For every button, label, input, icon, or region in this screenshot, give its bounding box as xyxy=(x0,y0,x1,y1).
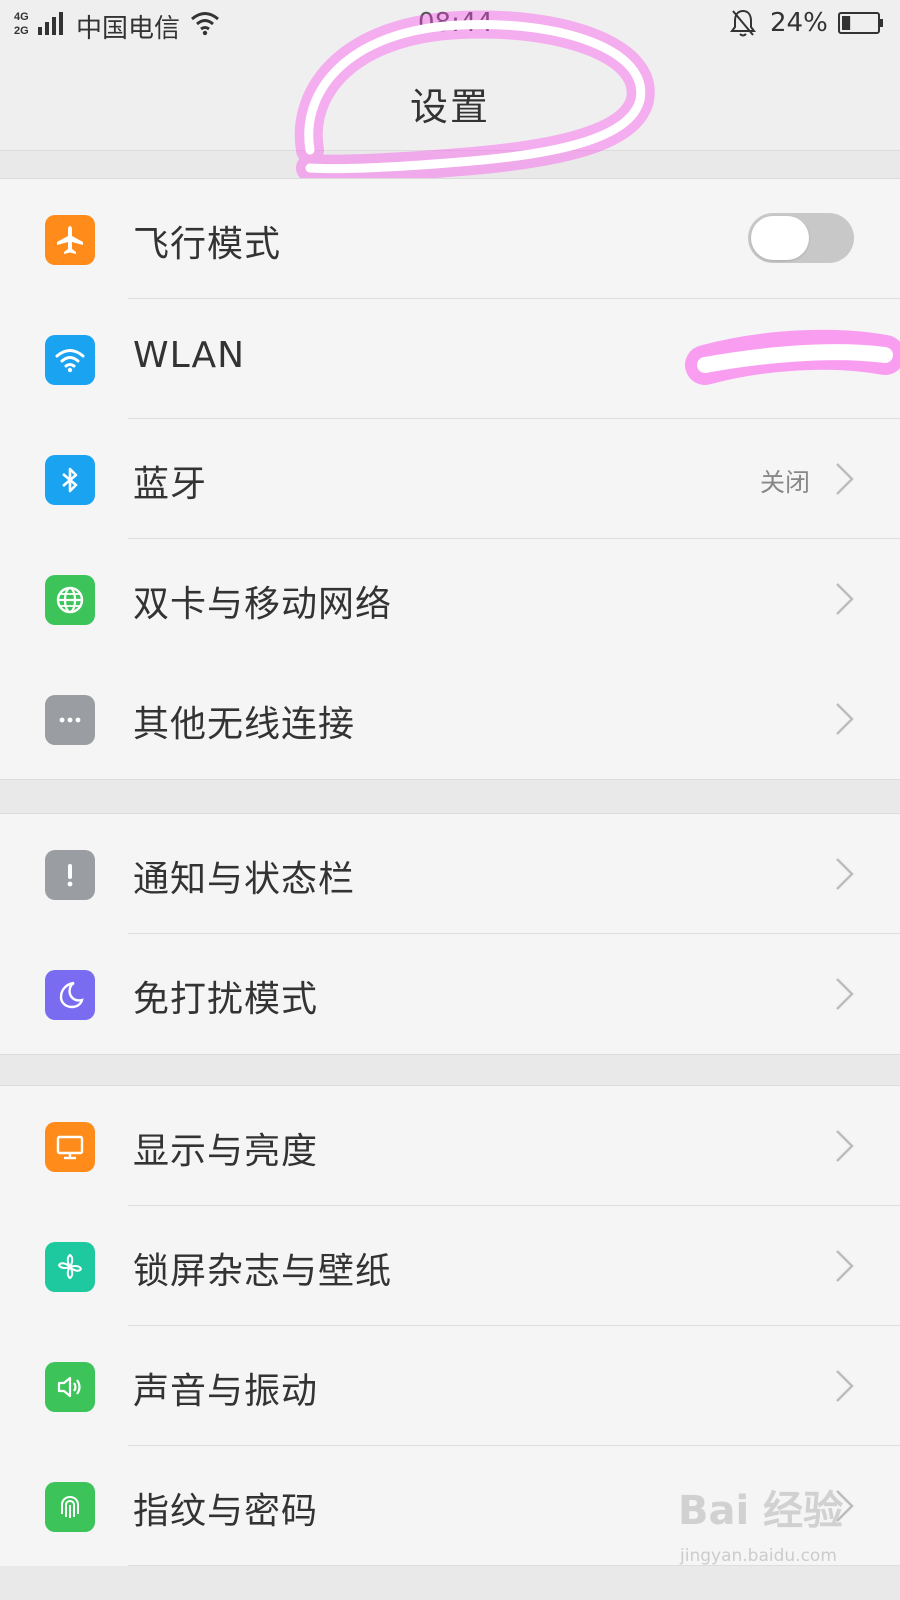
chevron-right-icon xyxy=(836,858,854,890)
chevron-right-icon xyxy=(836,583,854,615)
exclamation-icon xyxy=(45,850,95,900)
airplane-mode-toggle[interactable] xyxy=(748,213,854,263)
setting-label: WLAN xyxy=(133,335,246,376)
setting-label: 其他无线连接 xyxy=(133,704,356,745)
fingerprint-icon xyxy=(45,1482,95,1532)
page-title: 设置 xyxy=(409,85,490,129)
chevron-right-icon xyxy=(836,1130,854,1162)
setting-label: 指纹与密码 xyxy=(133,1491,319,1532)
mute-bell-icon xyxy=(730,9,756,37)
moon-icon xyxy=(45,970,95,1020)
airplane-icon xyxy=(45,215,95,265)
setting-display-brightness[interactable]: 显示与亮度 xyxy=(0,1086,900,1206)
setting-label: 通知与状态栏 xyxy=(133,859,356,900)
chevron-right-icon xyxy=(836,1250,854,1282)
chevron-right-icon xyxy=(836,978,854,1010)
status-bar: 4G 2G 中国电信 08:44 24% xyxy=(0,0,900,50)
setting-label: 双卡与移动网络 xyxy=(133,584,393,625)
battery-icon xyxy=(838,12,883,34)
setting-label: 显示与亮度 xyxy=(133,1131,319,1172)
setting-label: 声音与振动 xyxy=(133,1371,319,1412)
globe-icon xyxy=(45,575,95,625)
setting-label: 蓝牙 xyxy=(133,464,208,505)
wifi-icon xyxy=(45,335,95,385)
watermark-site: jingyan.baidu.com xyxy=(680,1546,837,1566)
setting-sound-vibration[interactable]: 声音与振动 xyxy=(0,1326,900,1446)
carrier-label: 中国电信 xyxy=(76,14,181,44)
setting-bluetooth[interactable]: 蓝牙 关闭 xyxy=(0,419,900,539)
pinwheel-icon xyxy=(45,1242,95,1292)
setting-wlan[interactable]: WLAN xyxy=(0,299,900,419)
setting-airplane-mode[interactable]: 飞行模式 xyxy=(0,179,900,299)
title-bar: 设置 xyxy=(0,50,900,151)
more-dots-icon xyxy=(45,695,95,745)
signal-icon: 4G 2G xyxy=(14,11,63,37)
settings-group-notifications: 通知与状态栏 免打扰模式 xyxy=(0,813,900,1055)
speaker-icon xyxy=(45,1362,95,1412)
setting-dual-sim-mobile-network[interactable]: 双卡与移动网络 xyxy=(0,539,900,659)
bluetooth-icon xyxy=(45,455,95,505)
toggle-knob xyxy=(751,216,809,260)
setting-do-not-disturb[interactable]: 免打扰模式 xyxy=(0,934,900,1054)
chevron-right-icon xyxy=(836,703,854,735)
network-top-label: 4G xyxy=(14,11,29,23)
clock: 08:44 xyxy=(418,8,493,38)
chevron-right-icon xyxy=(836,1370,854,1402)
monitor-icon xyxy=(45,1122,95,1172)
chevron-right-icon xyxy=(836,463,854,495)
setting-label: 锁屏杂志与壁纸 xyxy=(133,1251,393,1292)
battery-percent: 24% xyxy=(770,8,828,38)
setting-notifications-status-bar[interactable]: 通知与状态栏 xyxy=(0,814,900,934)
baidu-jingyan-watermark: Bai 经验 jingyan.baidu.com xyxy=(678,1468,888,1578)
watermark-brand: Bai 经验 xyxy=(678,1488,844,1534)
bluetooth-status-value: 关闭 xyxy=(759,468,810,497)
settings-group-connectivity: 飞行模式 WLAN 蓝牙 关闭 双卡与移动网络 其他无线连接 xyxy=(0,178,900,780)
setting-other-wireless[interactable]: 其他无线连接 xyxy=(0,659,900,779)
setting-label: 飞行模式 xyxy=(133,224,282,265)
setting-lockscreen-wallpaper[interactable]: 锁屏杂志与壁纸 xyxy=(0,1206,900,1326)
network-bottom-label: 2G xyxy=(14,25,29,37)
setting-label: 免打扰模式 xyxy=(133,979,319,1020)
wifi-status-icon xyxy=(191,12,219,36)
